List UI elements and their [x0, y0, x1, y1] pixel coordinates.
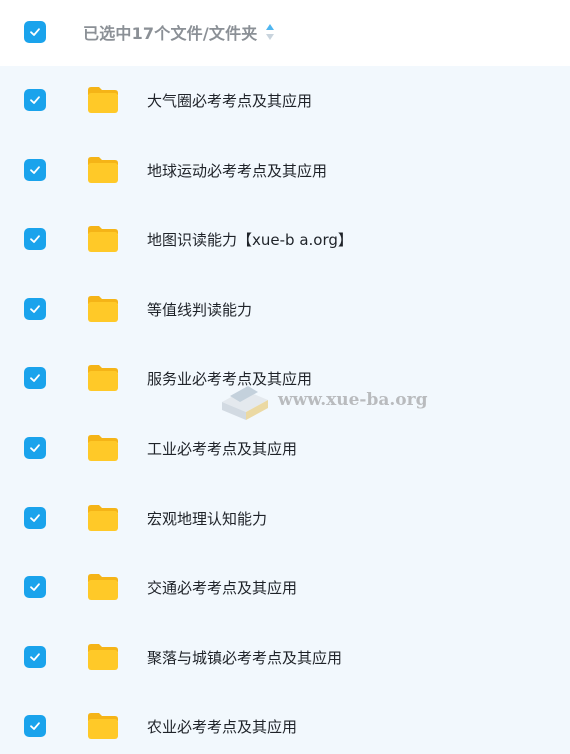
row-checkbox[interactable] [24, 437, 46, 459]
checkmark-icon [30, 96, 40, 104]
row-checkbox[interactable] [24, 367, 46, 390]
checkmark-icon [30, 722, 40, 731]
watermark: www.xue-ba.org [218, 378, 427, 426]
folder-icon [88, 365, 118, 392]
file-row[interactable]: 等值线判读能力 [0, 275, 570, 345]
folder-icon [88, 156, 118, 183]
checkmark-icon [30, 165, 40, 174]
row-checkbox[interactable] [24, 576, 46, 599]
select-all-checkbox[interactable] [24, 21, 46, 43]
file-name: 交通必考考点及其应用 [147, 579, 298, 598]
file-name: 地球运动必考考点及其应用 [147, 161, 328, 180]
file-name: 农业必考考点及其应用 [147, 718, 298, 737]
folder-icon [88, 226, 118, 253]
file-name: 工业必考考点及其应用 [147, 440, 298, 458]
checkmark-icon [30, 583, 40, 592]
watermark-text: www.xue-ba.org [278, 390, 428, 410]
folder-icon [88, 643, 118, 670]
file-name: 等值线判读能力 [147, 300, 253, 319]
checkmark-icon [30, 235, 40, 244]
file-row[interactable]: 大气圈必考考点及其应用 [0, 66, 570, 136]
checkmark-icon [30, 513, 40, 522]
checkmark-icon [30, 28, 40, 36]
row-checkbox[interactable] [24, 228, 46, 251]
folder-icon [88, 87, 118, 113]
file-row[interactable]: 聚落与城镇必考考点及其应用 [0, 623, 570, 693]
row-checkbox[interactable] [24, 89, 46, 111]
row-checkbox[interactable] [24, 645, 46, 668]
file-selection-page: 已选中17个文件/文件夹 大气圈必考考点及其应用 地球运动必考考点及其应用地图识读… [0, 0, 570, 754]
file-name: 地图识读能力【xue-b a.org】 [147, 231, 353, 250]
folder-icon [88, 574, 118, 601]
file-row[interactable]: 交通必考考点及其应用 [0, 553, 570, 623]
file-name: 大气圈必考考点及其应用 [147, 92, 313, 110]
file-row[interactable]: 地球运动必考考点及其应用 [0, 136, 570, 206]
file-row[interactable]: 地图识读能力【xue-b a.org】 [0, 205, 570, 275]
row-checkbox[interactable] [24, 506, 46, 529]
watermark-logo-icon [222, 386, 268, 420]
file-row[interactable]: 宏观地理认知能力 [0, 484, 570, 554]
folder-icon [88, 435, 118, 461]
row-checkbox[interactable] [24, 297, 46, 320]
file-row[interactable]: 农业必考考点及其应用 [0, 692, 570, 754]
folder-icon [88, 713, 118, 740]
selection-header: 已选中17个文件/文件夹 [0, 0, 570, 66]
checkmark-icon [30, 374, 40, 383]
file-name: 聚落与城镇必考考点及其应用 [147, 648, 343, 667]
folder-icon [88, 504, 118, 531]
checkmark-icon [30, 305, 40, 313]
sort-icon[interactable] [264, 22, 276, 42]
row-checkbox[interactable] [24, 158, 46, 181]
checkmark-icon [30, 653, 40, 661]
selection-count-label: 已选中17个文件/文件夹 [83, 24, 258, 43]
checkmark-icon [30, 444, 40, 452]
folder-icon [88, 295, 118, 322]
row-checkbox[interactable] [24, 715, 46, 738]
file-name: 宏观地理认知能力 [147, 509, 268, 528]
